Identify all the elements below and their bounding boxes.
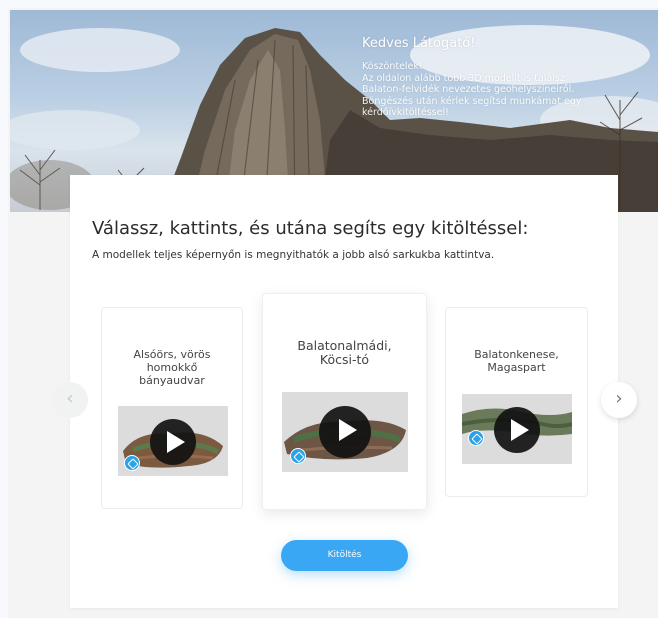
model-title-line: homokkő	[146, 361, 198, 374]
carousel-next-glyph: ›	[615, 388, 623, 409]
play-button[interactable]	[150, 419, 196, 465]
section-subtitle: A modellek teljes képernyőn is megnyitha…	[92, 249, 495, 261]
hero-text-block: Kedves Látogató! Köszöntelek! Az oldalon…	[362, 36, 622, 119]
model-thumbnail[interactable]	[282, 392, 408, 472]
carousel-prev-glyph: ‹	[66, 388, 74, 409]
hero-title: Kedves Látogató!	[362, 36, 476, 51]
model-title: Alsóörs, vörös homokkő bányaudvar	[102, 348, 242, 387]
model-card-alsoors[interactable]: Alsóörs, vörös homokkő bányaudvar	[101, 307, 243, 509]
play-button[interactable]	[319, 406, 371, 458]
hero-line: Köszöntelek!	[362, 61, 423, 72]
model-card-balatonalmadi[interactable]: Balatonalmádi, Köcsi-tó	[262, 293, 427, 510]
chevron-right-icon[interactable]: ›	[601, 382, 637, 418]
chevron-left-icon[interactable]: ‹	[52, 382, 88, 418]
model-title: Balatonkenese, Magaspart	[446, 348, 587, 374]
sketchfab-icon	[124, 455, 140, 471]
model-title-line: Köcsi-tó	[319, 352, 370, 367]
model-thumbnail[interactable]	[462, 394, 572, 464]
model-title-line: Balatonalmádi,	[297, 338, 392, 353]
model-card-balatonkenese[interactable]: Balatonkenese, Magaspart	[445, 307, 588, 497]
sketchfab-icon	[290, 448, 306, 464]
hero-line: Balaton-felvidék nevezetes geohelyszínei…	[362, 84, 575, 95]
model-title-line: Magaspart	[487, 361, 546, 374]
hero-line: Az oldalon alább több 3D modellt is talá…	[362, 72, 565, 84]
section-title: Válassz, kattints, és utána segíts egy k…	[92, 218, 529, 239]
model-title-line: bányaudvar	[139, 374, 205, 387]
fill-survey-button[interactable]: Kitöltés	[281, 540, 408, 571]
hero-line: kérdőívkitöltéssel!	[362, 107, 449, 118]
model-title-line: Alsóörs, vörös	[133, 348, 211, 361]
model-title-line: Balatonkenese,	[474, 348, 559, 361]
model-thumbnail[interactable]	[118, 406, 228, 476]
play-button[interactable]	[494, 407, 540, 453]
model-title: Balatonalmádi, Köcsi-tó	[263, 339, 426, 367]
sketchfab-icon	[468, 430, 484, 446]
hero-line: Böngészés után kérlek segítsd munkámat e…	[362, 95, 582, 107]
